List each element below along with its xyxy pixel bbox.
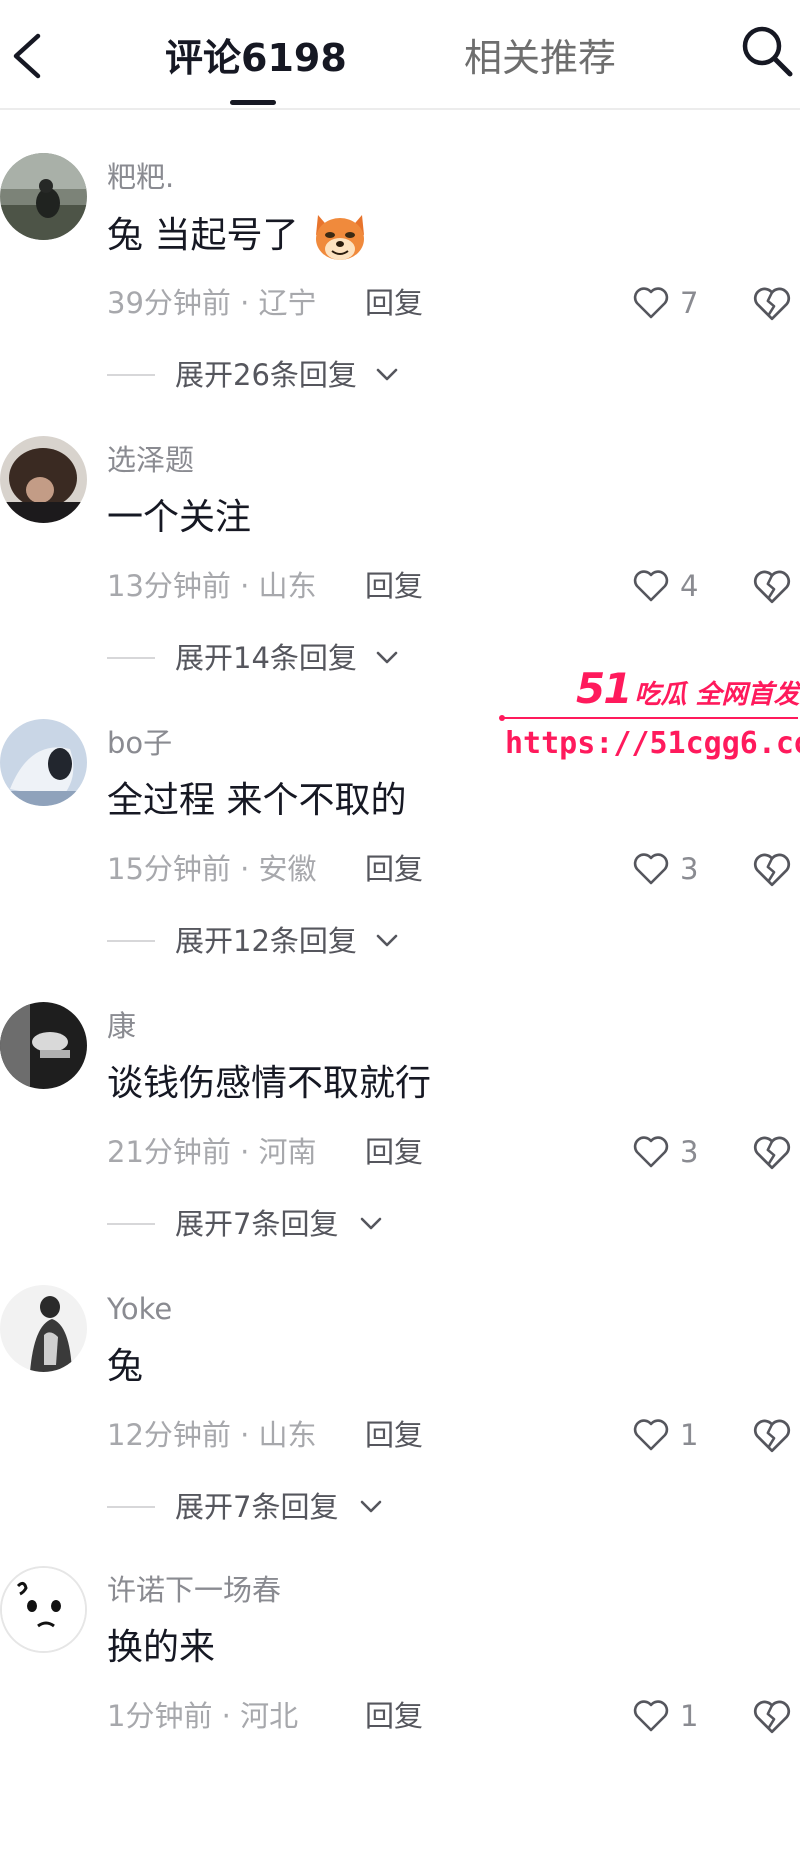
watermark-divider (499, 715, 798, 721)
chevron-down-icon (376, 368, 398, 381)
comment-header: 评论6198 相关推荐 (0, 0, 800, 110)
avatar[interactable] (0, 1002, 87, 1089)
reply-button[interactable]: 回复 (365, 566, 423, 606)
comment-username[interactable]: bo子 (107, 725, 172, 761)
avatar[interactable] (0, 1566, 87, 1653)
heart-icon (633, 853, 669, 885)
comment-text: 谈钱伤感情不取就行 (107, 1063, 432, 1104)
chevron-down-icon (360, 1217, 382, 1230)
expand-replies-label: 展开7条回复 (175, 1490, 339, 1524)
like-button[interactable]: 3 (632, 1130, 742, 1174)
chevron-down-icon (376, 651, 398, 664)
broken-heart-icon[interactable] (752, 850, 792, 888)
like-count: 1 (680, 1699, 699, 1733)
active-tab-indicator (230, 100, 276, 105)
comment-username[interactable]: Yoke (107, 1291, 172, 1327)
like-button[interactable]: 4 (632, 564, 742, 608)
like-count: 7 (680, 286, 699, 320)
heart-icon (633, 570, 669, 602)
tab-related[interactable]: 相关推荐 (464, 30, 616, 86)
divider-dash (107, 657, 155, 659)
reply-button[interactable]: 回复 (365, 1696, 423, 1736)
like-button[interactable]: 7 (632, 281, 742, 325)
avatar[interactable] (0, 1285, 87, 1372)
watermark-logo: 51 吃瓜 全网首发 (576, 664, 800, 713)
divider-dash (107, 1506, 155, 1508)
chevron-down-icon (376, 934, 398, 947)
comment-meta: 12分钟前 · 山东 (107, 1418, 317, 1452)
like-button[interactable]: 3 (632, 847, 742, 891)
like-button[interactable]: 1 (632, 1694, 742, 1738)
expand-replies-label: 展开14条回复 (175, 641, 357, 675)
reply-button[interactable]: 回复 (365, 283, 423, 323)
watermark-number: 51 (576, 664, 632, 713)
expand-replies-label: 展开26条回复 (175, 358, 357, 392)
comment-text: 兔 当起号了 (107, 211, 368, 263)
comment-meta: 39分钟前 · 辽宁 (107, 286, 317, 320)
comment-username[interactable]: 选泽题 (107, 442, 194, 478)
comment-text: 全过程 来个不取的 (107, 780, 407, 821)
watermark: 51 吃瓜 全网首发 https://51cgg6.com (498, 664, 800, 764)
comment-text: 兔 (107, 1346, 144, 1387)
heart-icon (633, 1136, 669, 1168)
fox-emoji-icon (315, 215, 364, 260)
comment-meta: 1分钟前 · 河北 (107, 1699, 299, 1733)
comment-text: 换的来 (107, 1627, 216, 1668)
heart-icon (633, 287, 669, 319)
comment-meta: 13分钟前 · 山东 (107, 569, 317, 603)
reply-button[interactable]: 回复 (365, 849, 423, 889)
comment-item: 粑粑. 兔 当起号了 39分钟前 · 辽宁 回复 7 展开26条回复 (0, 153, 800, 436)
expand-replies-label: 展开7条回复 (175, 1207, 339, 1241)
comment-username[interactable]: 康 (107, 1008, 136, 1044)
comment-meta: 21分钟前 · 河南 (107, 1135, 317, 1169)
comment-item: Yoke 兔 12分钟前 · 山东 回复 1 展开7条回复 (0, 1285, 800, 1568)
heart-icon (633, 1419, 669, 1451)
like-count: 3 (680, 852, 699, 886)
broken-heart-icon[interactable] (752, 1416, 792, 1454)
tab-comments[interactable]: 评论6198 (165, 30, 347, 86)
like-count: 1 (680, 1418, 699, 1452)
comment-username[interactable]: 许诺下一场春 (107, 1572, 281, 1608)
avatar[interactable] (0, 719, 87, 806)
broken-heart-icon[interactable] (752, 567, 792, 605)
search-icon[interactable] (738, 22, 796, 80)
heart-icon (633, 1700, 669, 1732)
comment-meta: 15分钟前 · 安徽 (107, 852, 317, 886)
reply-button[interactable]: 回复 (365, 1132, 423, 1172)
like-button[interactable]: 1 (632, 1413, 742, 1457)
expand-replies-label: 展开12条回复 (175, 924, 357, 958)
watermark-title: 吃瓜 全网首发 (634, 680, 800, 710)
comment-text: 一个关注 (107, 497, 252, 538)
divider-dash (107, 940, 155, 942)
comment-username[interactable]: 粑粑. (107, 159, 174, 195)
like-count: 4 (680, 569, 699, 603)
avatar[interactable] (0, 153, 87, 240)
avatar[interactable] (0, 436, 87, 523)
watermark-url: https://51cgg6.com (505, 726, 800, 761)
divider-dash (107, 1223, 155, 1225)
broken-heart-icon[interactable] (752, 1133, 792, 1171)
reply-button[interactable]: 回复 (365, 1415, 423, 1455)
broken-heart-icon[interactable] (752, 1697, 792, 1735)
chevron-left-icon[interactable] (6, 28, 50, 84)
comment-text-content: 兔 当起号了 (107, 215, 299, 256)
comment-item: 许诺下一场春 换的来 1分钟前 · 河北 回复 1 (0, 1566, 800, 1849)
chevron-down-icon (360, 1500, 382, 1513)
divider-dash (107, 374, 155, 376)
comment-item: 康 谈钱伤感情不取就行 21分钟前 · 河南 回复 3 展开7条回复 (0, 1002, 800, 1285)
broken-heart-icon[interactable] (752, 284, 792, 322)
like-count: 3 (680, 1135, 699, 1169)
